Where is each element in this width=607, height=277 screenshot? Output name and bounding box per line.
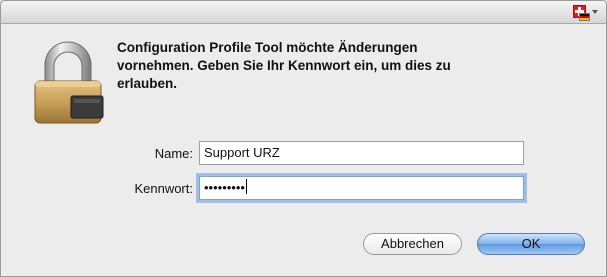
dialog-message: Configuration Profile Tool möchte Änderu… [117,39,497,93]
chevron-down-icon [592,10,598,14]
message-line: vornehmen. Geben Sie Ihr Kennwort ein, u… [117,58,451,73]
swiss-german-input-source-icon [573,5,590,21]
title-bar [1,1,606,24]
input-source-menu[interactable] [573,5,598,21]
message-line: erlauben. [117,76,178,91]
name-field-value: Support URZ [204,145,280,160]
ok-button[interactable]: OK [477,233,585,255]
cancel-button[interactable]: Abbrechen [363,233,462,255]
text-caret [245,179,247,194]
padlock-icon [34,41,104,124]
password-field[interactable]: ••••••••• [199,176,524,200]
name-label: Name: [154,146,193,161]
message-line: Configuration Profile Tool möchte Änderu… [117,40,418,55]
name-field[interactable]: Support URZ [199,141,524,165]
password-label: Kennwort: [134,181,193,196]
password-field-value: ••••••••• [204,180,245,195]
authentication-dialog: Configuration Profile Tool möchte Änderu… [0,0,607,277]
